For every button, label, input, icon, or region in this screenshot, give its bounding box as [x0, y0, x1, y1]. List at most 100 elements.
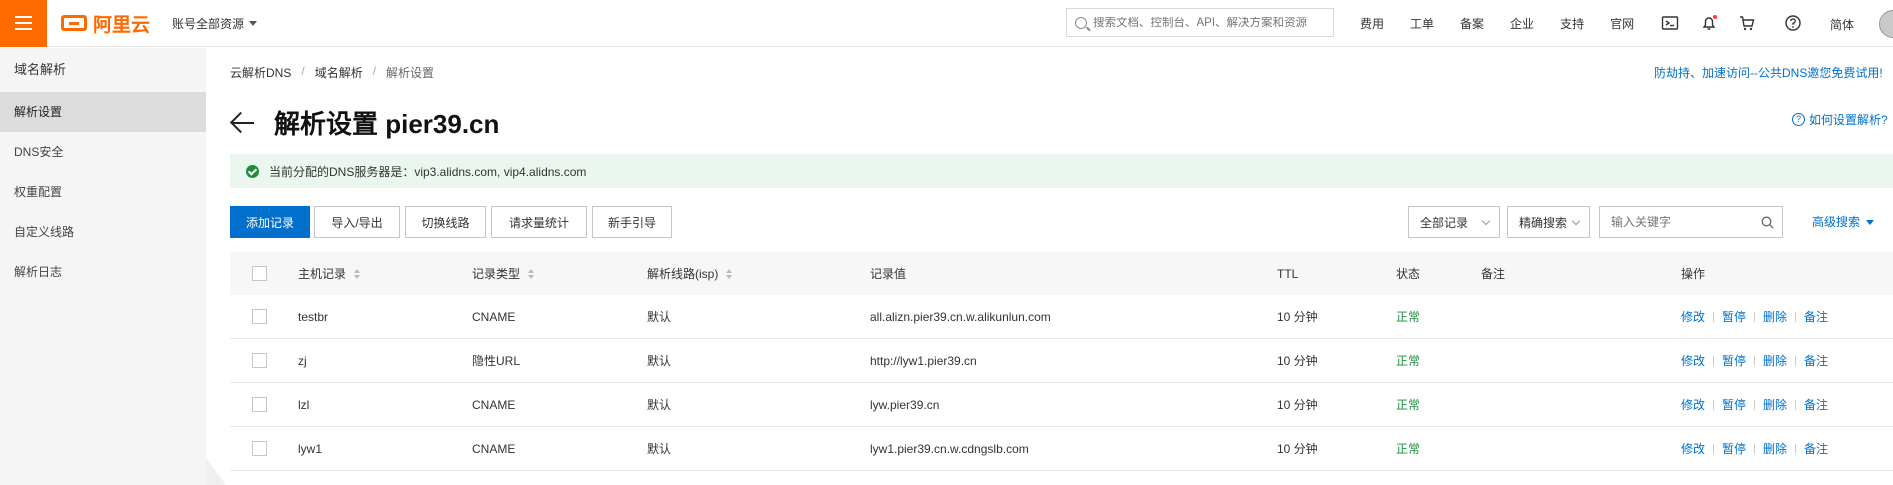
- cell-type: 隐性URL: [472, 354, 521, 368]
- delete-link[interactable]: 删除: [1763, 308, 1787, 325]
- table-row: zj 隐性URL 默认 http://lyw1.pier39.cn 10 分钟 …: [230, 339, 1893, 383]
- note-link[interactable]: 备注: [1804, 308, 1828, 325]
- col-host[interactable]: 主机记录: [298, 252, 361, 295]
- pause-link[interactable]: 暂停: [1722, 396, 1746, 413]
- how-to-setup-help-link[interactable]: ? 如何设置解析?: [1792, 111, 1888, 128]
- col-line-label: 解析线路(isp): [647, 267, 719, 281]
- row-checkbox[interactable]: [252, 441, 267, 456]
- language-switch[interactable]: 简体: [1830, 16, 1854, 33]
- cell-actions: 修改 暂停 删除 备注: [1681, 339, 1828, 382]
- cell-host: testbr: [298, 309, 329, 324]
- breadcrumb-separator: /: [301, 64, 305, 78]
- sidebar-collapse-handle[interactable]: [206, 458, 226, 485]
- sidebar-title: 域名解析: [14, 62, 67, 77]
- chevron-down-icon: [1571, 216, 1581, 226]
- note-link[interactable]: 备注: [1804, 396, 1828, 413]
- sort-icon[interactable]: [528, 268, 535, 279]
- row-checkbox[interactable]: [252, 397, 267, 412]
- row-select-cell: [252, 383, 267, 426]
- global-search-input[interactable]: [1093, 16, 1323, 29]
- account-scope-dropdown[interactable]: 账号全部资源: [172, 15, 258, 32]
- cell-line: 默认: [647, 442, 672, 456]
- pause-link[interactable]: 暂停: [1722, 308, 1746, 325]
- sort-icon[interactable]: [354, 268, 361, 279]
- note-link[interactable]: 备注: [1804, 352, 1828, 369]
- cell-ttl: 10 分钟: [1277, 354, 1318, 368]
- pause-link[interactable]: 暂停: [1722, 440, 1746, 457]
- cell-type: CNAME: [472, 441, 516, 456]
- col-type-label: 记录类型: [472, 267, 521, 281]
- sidebar-item-dns-settings[interactable]: 解析设置: [0, 92, 206, 132]
- record-filter-value: 全部记录: [1420, 215, 1469, 230]
- keyword-search[interactable]: [1599, 206, 1783, 238]
- col-type[interactable]: 记录类型: [472, 252, 535, 295]
- row-checkbox[interactable]: [252, 309, 267, 324]
- help-link-label: 如何设置解析?: [1809, 113, 1888, 127]
- request-stats-button[interactable]: 请求量统计: [491, 206, 587, 238]
- sidebar-item-weight-config[interactable]: 权重配置: [0, 172, 206, 212]
- row-select-cell: [252, 427, 267, 470]
- breadcrumb-domain-resolution[interactable]: 域名解析: [315, 64, 363, 81]
- edit-link[interactable]: 修改: [1681, 308, 1705, 325]
- aliyun-logo[interactable]: 阿里云: [61, 10, 150, 37]
- advanced-search-toggle[interactable]: 高级搜索: [1812, 206, 1875, 238]
- help-icon[interactable]: [1784, 14, 1802, 32]
- row-checkbox[interactable]: [252, 353, 267, 368]
- edit-link[interactable]: 修改: [1681, 440, 1705, 457]
- toplink-website[interactable]: 官网: [1610, 15, 1634, 32]
- toplink-fees[interactable]: 费用: [1360, 15, 1384, 32]
- cell-actions: 修改 暂停 删除 备注: [1681, 295, 1828, 338]
- terminal-icon[interactable]: [1661, 14, 1679, 32]
- back-arrow-icon[interactable]: [230, 111, 256, 135]
- select-all-checkbox[interactable]: [252, 266, 267, 281]
- cell-actions: 修改 暂停 删除 备注: [1681, 383, 1828, 426]
- search-icon: [1075, 16, 1087, 29]
- global-search[interactable]: [1066, 8, 1334, 37]
- delete-link[interactable]: 删除: [1763, 352, 1787, 369]
- note-link[interactable]: 备注: [1804, 440, 1828, 457]
- import-export-button[interactable]: 导入/导出: [314, 206, 400, 238]
- delete-link[interactable]: 删除: [1763, 396, 1787, 413]
- search-mode-select[interactable]: 精确搜索: [1507, 206, 1590, 238]
- keyword-input[interactable]: [1611, 215, 1761, 229]
- cell-line: 默认: [647, 354, 672, 368]
- toplink-tickets[interactable]: 工单: [1410, 15, 1434, 32]
- edit-link[interactable]: 修改: [1681, 352, 1705, 369]
- toplink-enterprise[interactable]: 企业: [1510, 15, 1534, 32]
- switch-line-button[interactable]: 切换线路: [405, 206, 486, 238]
- breadcrumb-cloud-dns[interactable]: 云解析DNS: [230, 64, 291, 81]
- pause-link[interactable]: 暂停: [1722, 352, 1746, 369]
- public-dns-promo-link[interactable]: 防劫持、加速访问--公共DNS邀您免费试用!: [1654, 64, 1883, 81]
- sort-icon[interactable]: [726, 268, 733, 279]
- col-line[interactable]: 解析线路(isp): [647, 252, 733, 295]
- page-title: 解析设置 pier39.cn: [274, 109, 500, 139]
- cell-host: lzl: [298, 397, 310, 412]
- record-filter-select[interactable]: 全部记录: [1408, 206, 1500, 238]
- cell-line: 默认: [647, 310, 672, 324]
- cell-type: CNAME: [472, 309, 516, 324]
- toplink-icp[interactable]: 备案: [1460, 15, 1484, 32]
- top-navbar: 阿里云 账号全部资源 费用 工单 备案 企业 支持 官网 简体: [0, 0, 1893, 47]
- cell-host: zj: [298, 353, 307, 368]
- user-avatar[interactable]: [1879, 10, 1893, 38]
- col-status: 状态: [1396, 267, 1421, 281]
- delete-link[interactable]: 删除: [1763, 440, 1787, 457]
- add-record-button[interactable]: 添加记录: [230, 206, 310, 238]
- beginner-guide-button[interactable]: 新手引导: [592, 206, 672, 238]
- toplink-support[interactable]: 支持: [1560, 15, 1584, 32]
- bell-icon[interactable]: [1700, 14, 1718, 32]
- cell-actions: 修改 暂停 删除 备注: [1681, 427, 1828, 470]
- sidebar-item-dns-logs[interactable]: 解析日志: [0, 252, 206, 292]
- row-select-cell: [252, 339, 267, 382]
- hamburger-menu-button[interactable]: [0, 0, 47, 47]
- select-all-cell: [252, 252, 267, 295]
- cart-icon[interactable]: [1738, 14, 1756, 32]
- edit-link[interactable]: 修改: [1681, 396, 1705, 413]
- search-icon[interactable]: [1761, 216, 1774, 229]
- sidebar-item-custom-lines[interactable]: 自定义线路: [0, 212, 206, 252]
- records-toolbar: 添加记录 导入/导出 切换线路 请求量统计 新手引导 全部记录 精确搜索 高级搜…: [230, 206, 1893, 238]
- aliyun-logo-icon: [61, 15, 87, 31]
- breadcrumb-separator: /: [372, 64, 377, 78]
- sidebar-item-dns-security[interactable]: DNS安全: [0, 132, 206, 172]
- col-actions: 操作: [1681, 267, 1706, 281]
